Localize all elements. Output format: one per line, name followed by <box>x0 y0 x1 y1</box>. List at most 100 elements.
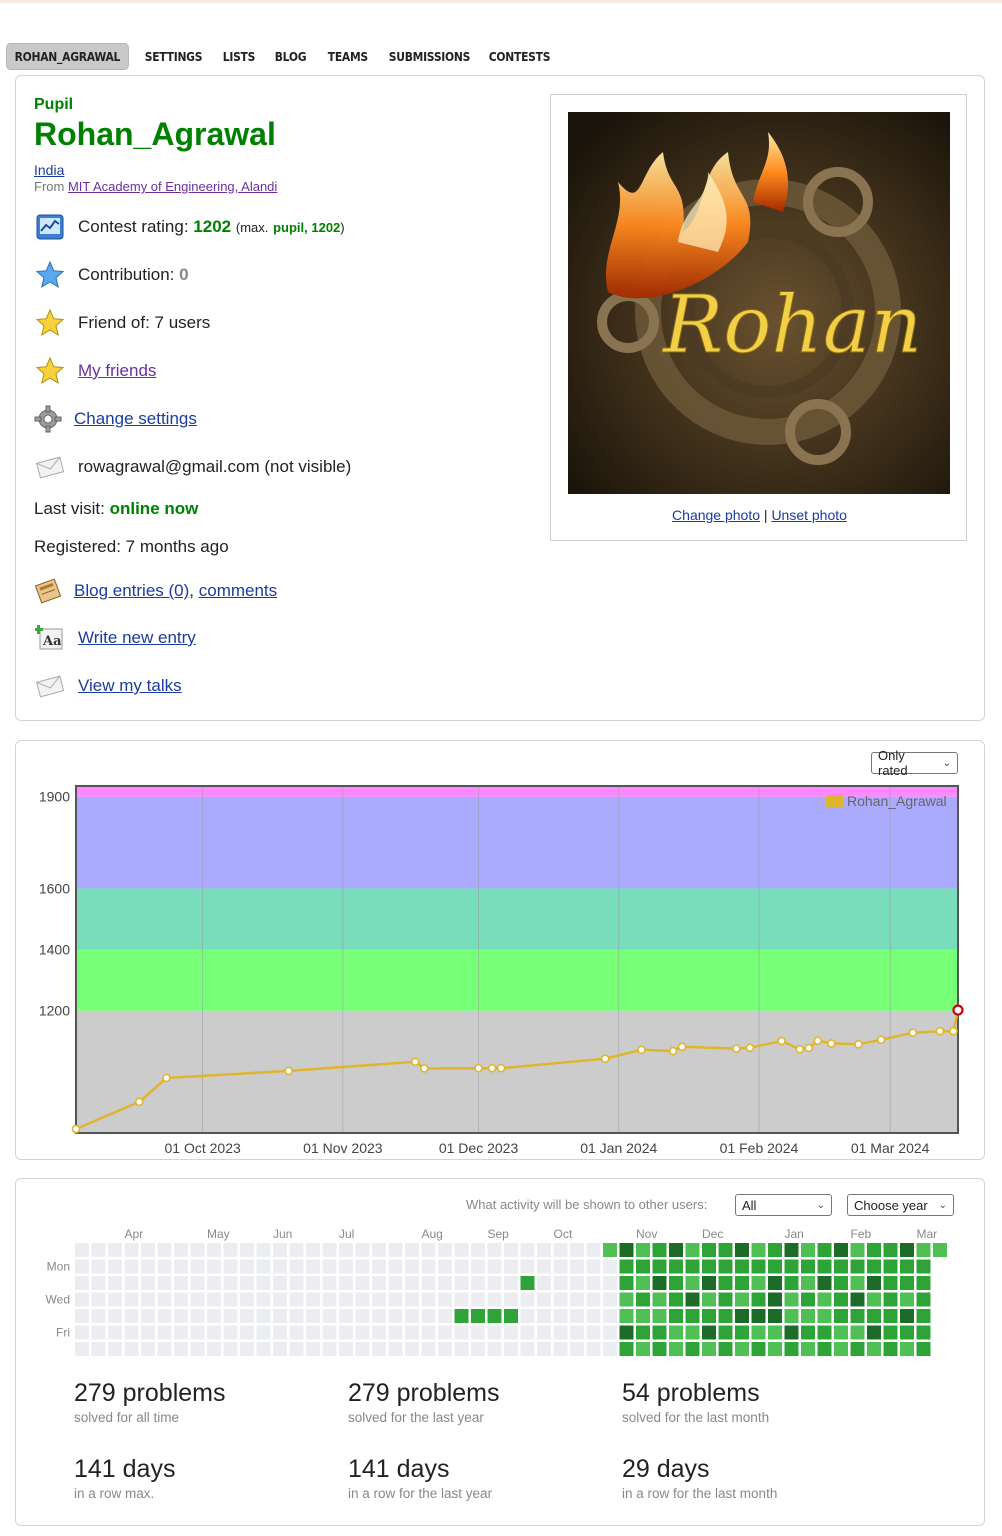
activity-day-cell[interactable] <box>784 1243 799 1257</box>
rating-point[interactable] <box>668 1046 678 1056</box>
activity-day-cell[interactable] <box>91 1342 106 1356</box>
activity-day-cell[interactable] <box>652 1309 667 1323</box>
activity-day-cell[interactable] <box>438 1259 452 1274</box>
activity-day-cell[interactable] <box>454 1325 469 1340</box>
activity-day-cell[interactable] <box>124 1259 139 1274</box>
rating-point[interactable] <box>732 1044 741 1053</box>
activity-day-cell[interactable] <box>504 1292 518 1307</box>
activity-day-cell[interactable] <box>421 1243 436 1257</box>
rating-point[interactable] <box>474 1063 483 1073</box>
activity-day-cell[interactable] <box>784 1259 799 1274</box>
activity-day-cell[interactable] <box>702 1342 716 1356</box>
activity-day-cell[interactable] <box>702 1276 716 1290</box>
activity-day-cell[interactable] <box>801 1342 815 1356</box>
activity-day-cell[interactable] <box>619 1309 634 1323</box>
activity-day-cell[interactable] <box>586 1325 601 1340</box>
activity-day-cell[interactable] <box>916 1342 931 1356</box>
activity-day-cell[interactable] <box>603 1259 617 1274</box>
activity-day-cell[interactable] <box>520 1309 535 1323</box>
activity-day-cell[interactable] <box>702 1325 716 1340</box>
activity-day-cell[interactable] <box>240 1292 254 1307</box>
rating-point[interactable] <box>745 1043 755 1053</box>
activity-day-cell[interactable] <box>190 1309 205 1323</box>
activity-day-cell[interactable] <box>570 1276 584 1290</box>
activity-day-cell[interactable] <box>273 1292 287 1307</box>
activity-day-cell[interactable] <box>289 1342 304 1356</box>
activity-day-cell[interactable] <box>751 1292 766 1307</box>
activity-day-cell[interactable] <box>157 1243 172 1257</box>
activity-day-cell[interactable] <box>91 1325 106 1340</box>
activity-day-cell[interactable] <box>240 1243 254 1257</box>
rating-point[interactable] <box>284 1066 293 1076</box>
activity-day-cell[interactable] <box>240 1342 254 1356</box>
activity-day-cell[interactable] <box>141 1325 155 1340</box>
activity-day-cell[interactable] <box>487 1259 502 1274</box>
activity-day-cell[interactable] <box>289 1325 304 1340</box>
activity-day-cell[interactable] <box>157 1276 172 1290</box>
activity-day-cell[interactable] <box>207 1259 221 1274</box>
activity-day-cell[interactable] <box>586 1309 601 1323</box>
activity-day-cell[interactable] <box>471 1309 485 1323</box>
activity-day-cell[interactable] <box>768 1292 782 1307</box>
activity-day-cell[interactable] <box>454 1292 469 1307</box>
activity-day-cell[interactable] <box>322 1325 337 1340</box>
activity-day-cell[interactable] <box>867 1292 881 1307</box>
activity-day-cell[interactable] <box>355 1292 370 1307</box>
activity-day-cell[interactable] <box>322 1276 337 1290</box>
activity-day-cell[interactable] <box>223 1325 238 1340</box>
activity-day-cell[interactable] <box>553 1325 568 1340</box>
country-link[interactable]: India <box>34 162 64 178</box>
activity-day-cell[interactable] <box>850 1325 865 1340</box>
activity-day-cell[interactable] <box>751 1276 766 1290</box>
activity-day-cell[interactable] <box>537 1259 551 1274</box>
activity-day-cell[interactable] <box>108 1276 122 1290</box>
activity-day-cell[interactable] <box>454 1259 469 1274</box>
activity-day-cell[interactable] <box>306 1292 320 1307</box>
activity-day-cell[interactable] <box>537 1325 551 1340</box>
activity-day-cell[interactable] <box>289 1276 304 1290</box>
change-photo-link[interactable]: Change photo <box>672 507 760 523</box>
activity-day-cell[interactable] <box>141 1292 155 1307</box>
activity-day-cell[interactable] <box>801 1325 815 1340</box>
activity-day-cell[interactable] <box>339 1292 353 1307</box>
activity-day-cell[interactable] <box>702 1259 716 1274</box>
activity-day-cell[interactable] <box>537 1276 551 1290</box>
activity-day-cell[interactable] <box>669 1243 683 1257</box>
activity-day-cell[interactable] <box>174 1309 188 1323</box>
activity-day-cell[interactable] <box>322 1342 337 1356</box>
activity-day-cell[interactable] <box>504 1243 518 1257</box>
activity-day-cell[interactable] <box>157 1309 172 1323</box>
activity-day-cell[interactable] <box>900 1309 914 1323</box>
activity-day-cell[interactable] <box>91 1259 106 1274</box>
rating-point[interactable] <box>952 1004 964 1016</box>
activity-day-cell[interactable] <box>454 1276 469 1290</box>
activity-day-cell[interactable] <box>75 1325 89 1340</box>
activity-day-cell[interactable] <box>372 1309 386 1323</box>
activity-day-cell[interactable] <box>306 1342 320 1356</box>
activity-day-cell[interactable] <box>108 1243 122 1257</box>
activity-day-cell[interactable] <box>570 1243 584 1257</box>
tab-profile[interactable]: ROHAN_AGRAWAL <box>6 42 129 70</box>
blog-entries-link[interactable]: Blog entries (0) <box>74 581 189 601</box>
choose-year-select[interactable]: Choose year ⌄ <box>847 1194 954 1216</box>
activity-day-cell[interactable] <box>322 1292 337 1307</box>
activity-day-cell[interactable] <box>867 1309 881 1323</box>
activity-day-cell[interactable] <box>108 1325 122 1340</box>
activity-day-cell[interactable] <box>405 1243 419 1257</box>
activity-day-cell[interactable] <box>570 1342 584 1356</box>
activity-day-cell[interactable] <box>916 1309 931 1323</box>
activity-day-cell[interactable] <box>669 1259 683 1274</box>
rating-point[interactable] <box>135 1097 144 1107</box>
rating-point[interactable] <box>908 1028 918 1038</box>
activity-day-cell[interactable] <box>438 1276 452 1290</box>
activity-day-cell[interactable] <box>867 1276 881 1290</box>
activity-day-cell[interactable] <box>438 1243 452 1257</box>
activity-day-cell[interactable] <box>768 1309 782 1323</box>
activity-day-cell[interactable] <box>768 1243 782 1257</box>
activity-day-cell[interactable] <box>603 1342 617 1356</box>
activity-day-cell[interactable] <box>372 1292 386 1307</box>
activity-day-cell[interactable] <box>619 1259 634 1274</box>
activity-day-cell[interactable] <box>256 1309 271 1323</box>
activity-day-cell[interactable] <box>207 1342 221 1356</box>
activity-day-cell[interactable] <box>190 1292 205 1307</box>
